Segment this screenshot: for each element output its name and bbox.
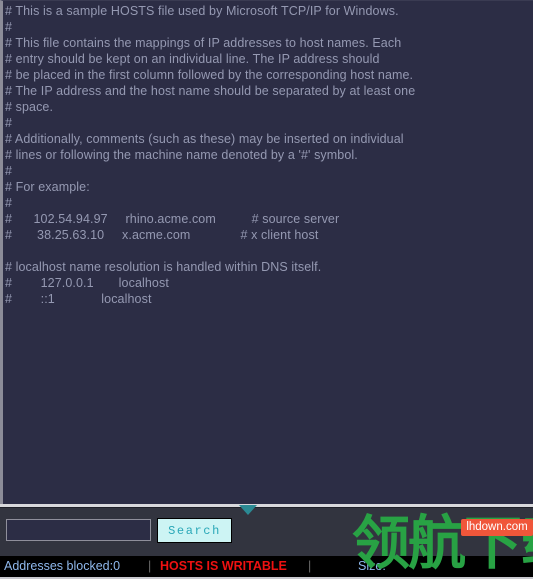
bottom-toolbar: Search Exit bbox=[0, 507, 533, 557]
search-button[interactable]: Search bbox=[157, 518, 232, 543]
status-addresses-blocked: Addresses blocked:0 bbox=[4, 559, 121, 573]
status-file-size: Size: bbox=[358, 559, 386, 573]
search-input[interactable] bbox=[6, 519, 151, 541]
hosts-text-area[interactable]: # This is a sample HOSTS file used by Mi… bbox=[0, 0, 533, 504]
status-separator-1: | bbox=[148, 559, 152, 573]
status-hosts-writable: HOSTS IS WRITABLE bbox=[160, 559, 287, 573]
status-bar: Addresses blocked:0 | HOSTS IS WRITABLE … bbox=[0, 556, 533, 577]
triangle-down-icon[interactable] bbox=[239, 505, 257, 515]
hosts-file-content[interactable]: # This is a sample HOSTS file used by Mi… bbox=[3, 1, 533, 307]
status-separator-2: | bbox=[308, 559, 312, 573]
hosts-file-editor-window: # This is a sample HOSTS file used by Mi… bbox=[0, 0, 533, 579]
